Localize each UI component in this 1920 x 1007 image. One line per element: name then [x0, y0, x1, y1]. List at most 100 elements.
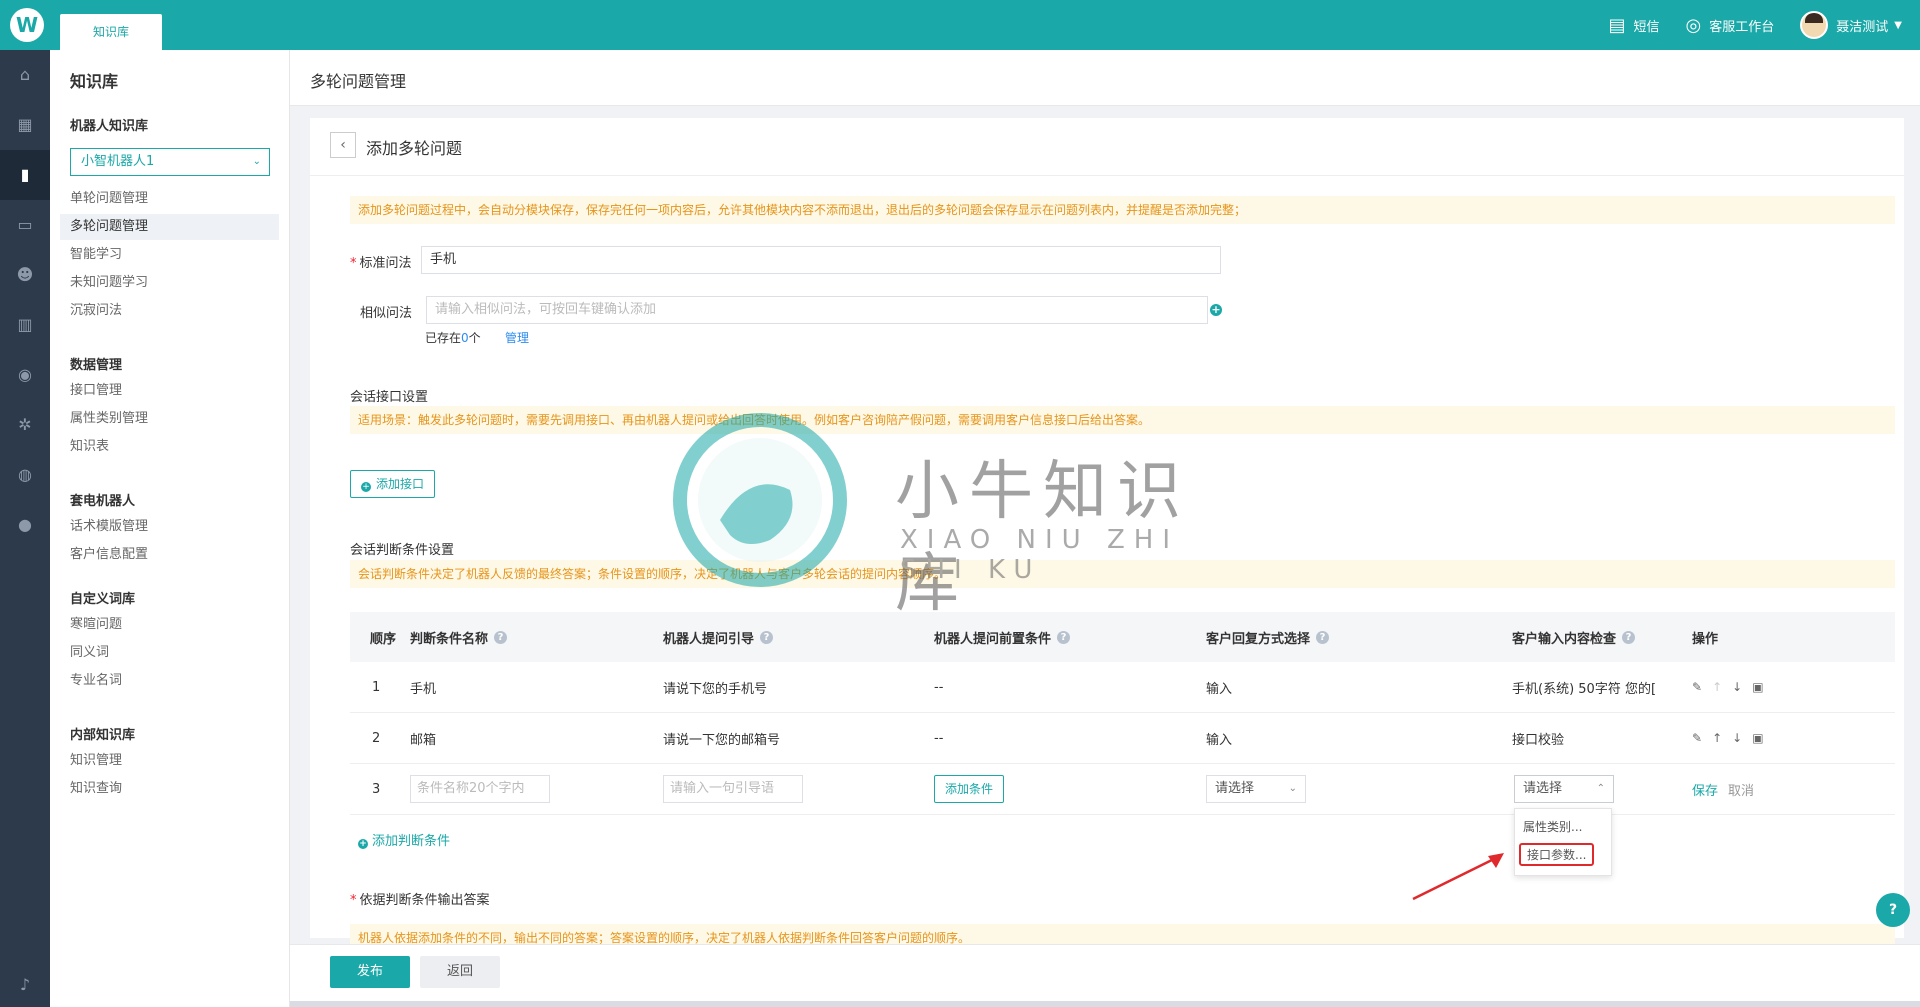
- add-precondition-button[interactable]: 添加条件: [934, 775, 1005, 803]
- sidebar-item-terms[interactable]: 专业名词: [70, 668, 279, 694]
- sidebar-item-api-management[interactable]: 接口管理: [70, 378, 279, 404]
- search-analytics-icon[interactable]: ◉: [0, 350, 50, 400]
- reply-cell: 请选择 ⌄: [1206, 764, 1306, 814]
- manage-link[interactable]: 管理: [505, 329, 529, 346]
- sidebar: 知识库 机器人知识库 小智机器人1 ⌄ 单轮问题管理 多轮问题管理 智能学习 未…: [50, 50, 290, 1007]
- answer-title: * 依据判断条件输出答案: [350, 893, 490, 908]
- row-reply: 输入: [1206, 732, 1233, 748]
- dropdown-option-attribute[interactable]: 属性类别...: [1523, 818, 1582, 835]
- chevron-down-icon: ▼: [1894, 19, 1902, 31]
- sidebar-item-customer-info[interactable]: 客户信息配置: [70, 542, 279, 568]
- standard-question-input[interactable]: 手机: [421, 246, 1221, 274]
- reply-method-select[interactable]: 请选择 ⌄: [1206, 775, 1306, 803]
- add-api-button[interactable]: + 添加接口: [350, 470, 436, 498]
- page-header: 多轮问题管理: [290, 50, 1920, 106]
- main-card: ‹ 添加多轮问题 添加多轮问题过程中，会自动分模块保存，保存完任何一项内容后，允…: [310, 118, 1904, 938]
- similar-question-input[interactable]: 请输入相似问法，可按回车键确认添加: [426, 296, 1208, 324]
- arrow-up-icon[interactable]: ↑: [1712, 680, 1722, 694]
- apps-icon[interactable]: ▦: [0, 100, 50, 150]
- plus-icon: +: [358, 839, 368, 849]
- arrow-down-icon[interactable]: ↓: [1732, 680, 1742, 694]
- row-actions: ✎ ↑ ↓ ▣: [1692, 662, 1774, 712]
- sidebar-item-multi-question[interactable]: 多轮问题管理: [60, 214, 279, 240]
- input-check-select[interactable]: 请选择 ⌃: [1514, 775, 1614, 803]
- back-button[interactable]: ‹: [330, 132, 356, 158]
- table-row: 1 手机 请说下您的手机号 -- 输入 手机(系统) 50字符 您的[ ✎ ↑ …: [350, 662, 1895, 713]
- guide-cell: 请输入一句引导语: [663, 764, 803, 814]
- edit-icon[interactable]: ✎: [1692, 731, 1702, 745]
- chart-icon[interactable]: ▥: [0, 300, 50, 350]
- session-api-title: 会话接口设置: [350, 390, 429, 405]
- robot-select[interactable]: 小智机器人1 ⌄: [70, 148, 270, 176]
- standard-question-label: * 标准问法: [350, 256, 412, 271]
- sidebar-item-knowledge-query[interactable]: 知识查询: [70, 776, 279, 802]
- sidebar-item-script-template[interactable]: 话术模版管理: [70, 514, 279, 540]
- avatar: [1800, 11, 1829, 39]
- sidebar-item-attribute-management[interactable]: 属性类别管理: [70, 406, 279, 432]
- sidebar-item-knowledge-management[interactable]: 知识管理: [70, 748, 279, 774]
- add-similar-icon[interactable]: +: [1210, 304, 1222, 316]
- service-desk-menu[interactable]: ◎ 客服工作台: [1686, 15, 1775, 36]
- top-right-menu: ▤ 短信 ◎ 客服工作台 聂洁测试 ▼: [1583, 0, 1902, 50]
- chevron-down-icon: ⌄: [252, 156, 261, 167]
- session-api-notice: 适用场景：触发此多轮问题时，需要先调用接口、再由机器人提问或给出回答时使用。例如…: [350, 406, 1895, 434]
- col-actions: 操作: [1692, 631, 1719, 647]
- robot-icon[interactable]: ◍: [0, 450, 50, 500]
- col-name: 判断条件名称?: [410, 612, 508, 662]
- back-footer-button[interactable]: 返回: [420, 956, 500, 988]
- help-icon[interactable]: ?: [760, 630, 774, 644]
- row-name: 手机: [410, 681, 437, 697]
- arrow-up-icon[interactable]: ↑: [1712, 731, 1722, 745]
- cancel-link[interactable]: 取消: [1728, 780, 1754, 799]
- save-link[interactable]: 保存: [1692, 780, 1718, 799]
- annotation-arrow-icon: [1412, 853, 1504, 901]
- sidebar-item-silent-questions[interactable]: 沉寂问法: [70, 298, 279, 324]
- help-icon[interactable]: ?: [1057, 630, 1071, 644]
- add-condition-link[interactable]: + 添加判断条件: [358, 830, 450, 849]
- help-button[interactable]: ?: [1876, 893, 1910, 927]
- account-icon[interactable]: ●: [0, 500, 50, 550]
- app-logo[interactable]: W: [10, 8, 44, 42]
- sidebar-item-single-question[interactable]: 单轮问题管理: [70, 186, 279, 212]
- sidebar-item-knowledge-table[interactable]: 知识表: [70, 434, 279, 460]
- trash-icon[interactable]: ▣: [1752, 731, 1763, 745]
- col-seq: 顺序: [370, 631, 397, 647]
- icon-rail: ⌂ ▦ ▮ ▭ ☻ ▥ ◉ ✲ ◍ ● ♪: [0, 50, 50, 1007]
- bell-icon[interactable]: ♪: [0, 960, 50, 1007]
- trash-icon[interactable]: ▣: [1752, 680, 1763, 694]
- similar-count: 已存在0个: [425, 331, 481, 345]
- row-guide: 请说下您的手机号: [663, 681, 768, 697]
- sidebar-item-synonyms[interactable]: 同义词: [70, 640, 279, 666]
- footer-bar: 发布 返回: [290, 944, 1920, 1007]
- arrow-down-icon[interactable]: ↓: [1732, 731, 1742, 745]
- edit-icon[interactable]: ✎: [1692, 680, 1702, 694]
- message-icon[interactable]: ▭: [0, 200, 50, 250]
- condition-title: 会话判断条件设置: [350, 543, 455, 558]
- page-title: 多轮问题管理: [310, 72, 407, 91]
- tab-knowledge-base[interactable]: 知识库: [60, 14, 162, 50]
- sidebar-item-greetings[interactable]: 寒暄问题: [70, 612, 279, 638]
- row-name: 邮箱: [410, 732, 437, 748]
- sidebar-item-unknown-learning[interactable]: 未知问题学习: [70, 270, 279, 296]
- book-icon[interactable]: ▮: [0, 150, 50, 200]
- dropdown-option-api-param[interactable]: 接口参数...: [1519, 843, 1595, 866]
- card-title: 添加多轮问题: [366, 139, 463, 158]
- service-desk-label: 客服工作台: [1709, 19, 1775, 35]
- help-icon[interactable]: ?: [1622, 630, 1636, 644]
- chevron-down-icon: ⌄: [1288, 783, 1297, 794]
- home-icon[interactable]: ⌂: [0, 50, 50, 100]
- users-icon[interactable]: ☻: [0, 250, 50, 300]
- table-row: 2 邮箱 请说一下您的邮箱号 -- 输入 接口校验 ✎ ↑ ↓ ▣: [350, 713, 1895, 764]
- sidebar-group-robot: 机器人知识库: [70, 119, 149, 134]
- publish-button[interactable]: 发布: [330, 956, 410, 988]
- help-icon[interactable]: ?: [494, 630, 508, 644]
- guide-input[interactable]: 请输入一句引导语: [663, 775, 803, 803]
- horizontal-scrollbar[interactable]: [290, 1001, 1920, 1007]
- sidebar-item-smart-learning[interactable]: 智能学习: [70, 242, 279, 268]
- settings-icon[interactable]: ✲: [0, 400, 50, 450]
- sms-menu[interactable]: ▤ 短信: [1609, 15, 1660, 36]
- user-menu[interactable]: 聂洁测试 ▼: [1800, 11, 1902, 39]
- help-icon[interactable]: ?: [1316, 630, 1330, 644]
- sidebar-group-data: 数据管理: [70, 358, 123, 373]
- condition-name-input[interactable]: 条件名称20个字内: [410, 775, 550, 803]
